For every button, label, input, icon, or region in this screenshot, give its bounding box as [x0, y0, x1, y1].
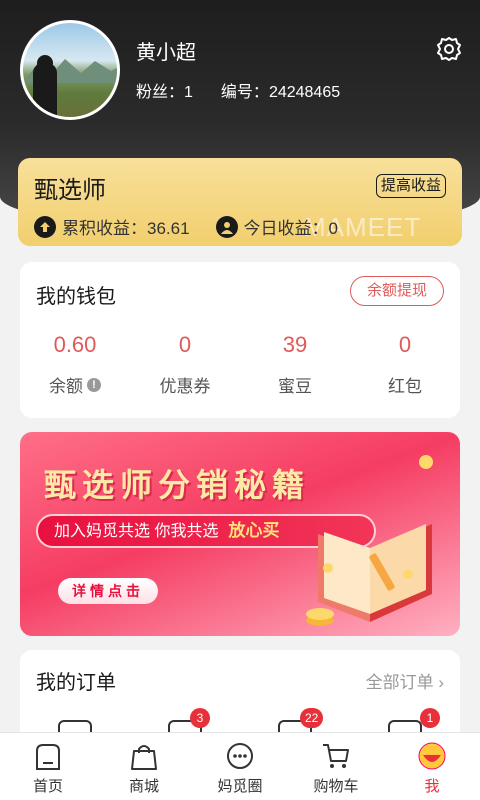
wallet-card: 我的钱包 余额提现 0.60 余额! 0 优惠券 39 蜜豆 0 红包 — [20, 262, 460, 418]
withdraw-balance-button[interactable]: 余额提现 — [350, 276, 444, 306]
tab-me[interactable]: 我 — [384, 733, 480, 800]
cumulative-earnings: 累积收益：36.61 — [34, 214, 190, 239]
bag-icon — [131, 745, 157, 770]
selector-title: 甄选师 — [34, 177, 106, 204]
stat-balance[interactable]: 0.60 余额! — [20, 332, 130, 397]
banner-details-button[interactable]: 详情点击 — [58, 578, 158, 604]
me-icon — [418, 742, 446, 770]
user-meta: 粉丝：1 编号：24248465 — [136, 78, 340, 102]
avatar-person — [33, 63, 57, 117]
tab-cart[interactable]: 购物车 — [288, 733, 384, 800]
promo-banner[interactable]: 甄选师分销秘籍 加入妈觅共选 你我共选 放心买 详情点击 — [20, 432, 460, 636]
selector-earnings-card: 甄选师 提高收益 MAMEET 累积收益：36.61 今日收益：0 — [18, 158, 462, 246]
coin-icon — [419, 455, 433, 469]
increase-earnings-button[interactable]: 提高收益 — [375, 174, 446, 198]
info-icon[interactable]: ! — [87, 377, 101, 392]
arrow-up-icon — [34, 215, 56, 238]
earnings-row: 累积收益：36.61 今日收益：0 — [34, 214, 338, 239]
order-badge: 1 — [420, 708, 440, 728]
fans-count: 粉丝：1 — [136, 84, 193, 101]
coins-icon — [306, 608, 334, 626]
user-name: 黄小超 — [136, 42, 196, 64]
member-id: 编号：24248465 — [220, 84, 341, 101]
wallet-stats: 0.60 余额! 0 优惠券 39 蜜豆 0 红包 — [20, 332, 460, 397]
stat-honey-beans[interactable]: 39 蜜豆 — [240, 332, 350, 397]
home-icon — [36, 744, 60, 770]
settings-gear-icon[interactable] — [436, 36, 462, 62]
bottom-tab-bar: 首页 商城 妈觅圈 购物车 我 — [0, 732, 480, 800]
chat-icon — [227, 743, 253, 769]
wallet-title: 我的钱包 — [36, 286, 116, 308]
stat-red-packets[interactable]: 0 红包 — [350, 332, 460, 397]
user-icon — [215, 215, 238, 238]
tab-home[interactable]: 首页 — [0, 733, 96, 800]
orders-title: 我的订单 — [36, 672, 116, 694]
cart-icon — [323, 744, 349, 768]
avatar[interactable] — [20, 20, 120, 120]
order-badge: 3 — [190, 708, 210, 728]
banner-title: 甄选师分销秘籍 — [44, 467, 311, 503]
order-badge: 22 — [300, 708, 324, 728]
all-orders-link[interactable]: 全部订单 › — [366, 668, 444, 693]
today-earnings: 今日收益：0 — [215, 214, 338, 239]
tab-circle[interactable]: 妈觅圈 — [192, 733, 288, 800]
tab-mall[interactable]: 商城 — [96, 733, 192, 800]
stat-coupons[interactable]: 0 优惠券 — [130, 332, 240, 397]
